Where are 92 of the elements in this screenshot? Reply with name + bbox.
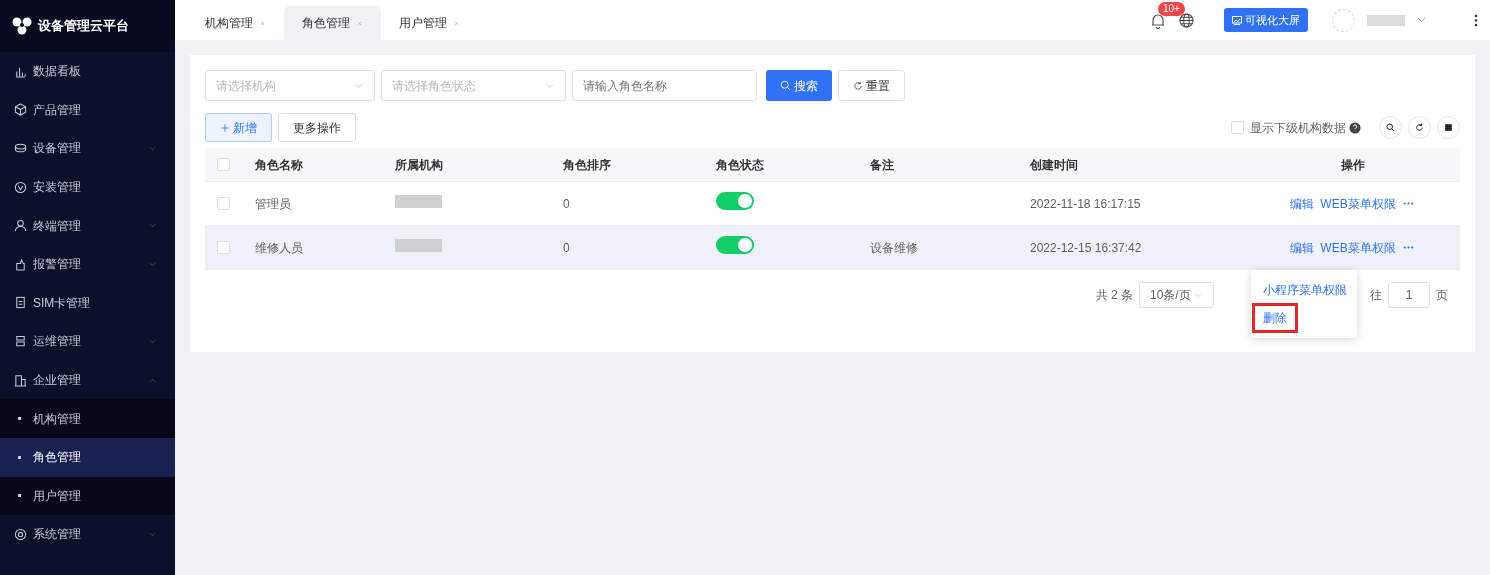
search-button[interactable] [1379,116,1402,139]
page-unit: 页 [1436,287,1448,304]
table-cell-text: 2022-11-18 16:17:15 [1030,195,1142,213]
checkbox[interactable] [217,158,230,171]
column-header: 操作 [1339,156,1366,174]
column-header: 角色排序 [563,156,612,174]
goto-label: 往 [1370,287,1382,304]
table-cell-text: 设备维修 [870,239,919,257]
sidebar-item[interactable]: 安装管理 [0,167,175,207]
toggle-switch[interactable] [716,192,754,210]
refresh-button[interactable] [1408,116,1431,139]
search-icon [780,80,791,91]
search-icon [1385,122,1396,133]
column-header: 备注 [870,156,895,174]
redacted-block [395,238,442,252]
table-row[interactable]: 维修人员 0 设备维修 2022-12-15 16:37:42 编辑 WEB菜单权限 [205,226,1460,270]
monitor-icon [1232,15,1242,25]
more-actions-button[interactable]: 更多操作 [278,113,356,142]
sidebar-item[interactable]: 报警管理 [0,244,175,284]
building-icon [14,373,27,387]
redacted-block [395,194,442,208]
notification-count: 10+ [1158,2,1185,16]
tab[interactable]: 机构管理 [187,6,284,40]
alarm-icon [14,257,27,271]
sidebar-subitem[interactable]: 角色管理 [0,437,175,477]
total-count: 共 2 条 [1095,287,1133,304]
help-icon [1349,121,1361,134]
app-title: 设备管理云平台 [38,17,129,36]
more-vertical-icon[interactable] [1474,13,1478,27]
chevron-down-icon [1193,290,1203,300]
action-link[interactable]: WEB菜单权限 [1320,194,1396,213]
logo-icon [12,17,32,35]
gear-icon [14,527,27,541]
refresh-icon [1414,122,1425,133]
tab[interactable]: 角色管理 [284,6,381,40]
sidebar-item[interactable]: SIM卡管理 [0,283,175,323]
user-icon [14,219,27,233]
chevron-down-icon[interactable] [1417,17,1426,23]
sidebar-item[interactable]: 企业管理 [0,360,175,400]
add-button[interactable]: 新增 [205,113,272,142]
grid-button[interactable] [1437,116,1460,139]
bell-icon[interactable] [1151,12,1165,29]
sidebar-item[interactable]: 数据看板 [0,52,175,91]
close-icon [453,19,460,27]
table-cell-text: 0 [563,239,571,257]
show-sub-org-label: 显示下级机构数据 [1250,119,1346,137]
checkbox[interactable] [217,197,230,210]
action-link[interactable]: 编辑 [1290,194,1315,213]
plus-icon [220,122,230,133]
sidebar-item[interactable]: 系统管理 [0,515,175,554]
table-cell-text: 0 [563,195,571,213]
action-link[interactable]: 编辑 [1290,238,1315,257]
search-button[interactable]: 搜索 [766,70,832,101]
sidebar-item[interactable]: 终端管理 [0,206,175,245]
column-header: 角色名称 [255,156,304,174]
close-icon [356,19,363,27]
sidebar-item[interactable]: 运维管理 [0,322,175,361]
checkbox[interactable] [217,241,230,254]
tab[interactable]: 用户管理 [381,6,478,40]
select-field[interactable]: 10条/页 [1139,282,1214,308]
sidebar-item[interactable]: 设备管理 [0,129,175,168]
column-header: 角色状态 [716,156,765,174]
menu-item[interactable]: 删除 [1255,306,1295,330]
bullet-icon [18,455,21,459]
bullet-icon [18,417,21,421]
checkbox[interactable] [1231,121,1244,134]
page-number-field[interactable]: 1 [1388,282,1430,308]
reset-button[interactable]: 重置 [838,70,905,101]
sidebar-item[interactable]: 产品管理 [0,90,175,130]
column-header: 创建时间 [1030,156,1079,174]
sim-card-icon [14,296,27,310]
cube-icon [14,103,27,117]
circle-check-icon [14,180,27,194]
column-header: 所属机构 [395,156,444,174]
table-cell-text: 2022-12-15 16:37:42 [1030,239,1143,257]
action-link[interactable]: WEB菜单权限 [1320,238,1396,257]
redacted-username [1367,14,1405,26]
dashboard-screen-button[interactable]: 可视化大屏 [1224,8,1308,32]
grid-icon [1443,122,1454,133]
menu-item[interactable]: 小程序菜单权限 [1255,278,1355,302]
sidebar-subitem[interactable]: 机构管理 [0,399,175,438]
bullet-icon [18,494,21,498]
table-cell-text: 维修人员 [255,239,304,257]
globe-icon[interactable] [1179,12,1194,28]
table-cell-text: 管理员 [255,195,292,213]
close-icon [259,19,266,27]
toggle-switch[interactable] [716,236,754,254]
layers-icon [14,142,27,155]
sidebar-subitem[interactable]: 用户管理 [0,476,175,516]
refresh-icon [853,80,863,91]
server-icon [14,334,27,348]
name-input-field[interactable]: 请输入角色名称 [572,70,757,101]
